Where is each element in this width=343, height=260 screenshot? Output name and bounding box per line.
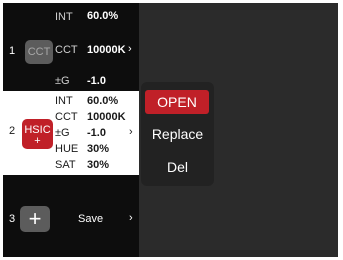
p1-int-value: 60.0% — [87, 10, 119, 22]
p2-cct-value: 10000K — [87, 111, 126, 123]
open-button[interactable]: OPEN — [145, 90, 209, 114]
p1-g-label: ±G — [55, 75, 70, 87]
add-preset-button[interactable]: + — [20, 206, 50, 232]
p2-sat-value: 30% — [87, 159, 110, 171]
p2-g-value: -1.0 — [87, 127, 106, 139]
p2-int-label: INT — [55, 95, 73, 107]
p2-cct-label: CCT — [55, 111, 78, 123]
p1-g-value: -1.0 — [87, 75, 106, 87]
p2-g-label: ±G — [55, 127, 70, 139]
p2-index: 2 — [9, 125, 16, 137]
preset-context-menu: OPEN Replace Del — [141, 82, 214, 186]
p1-index: 1 — [9, 45, 16, 57]
replace-button[interactable]: Replace — [141, 125, 214, 143]
p2-int-value: 60.0% — [87, 95, 119, 107]
p2-thumb-plus-icon: + — [34, 135, 41, 147]
p1-cct-value: 10000K — [87, 44, 126, 56]
p3-chevron-icon[interactable]: › — [129, 212, 133, 225]
p1-cct-thumb[interactable]: CCT — [25, 40, 53, 64]
preset-row-2-selected[interactable]: 2 HSIC + INT 60.0% CCT 10000K ±G -1.0 › … — [3, 91, 139, 175]
p2-hsic-thumb[interactable]: HSIC + — [22, 119, 53, 149]
p2-hue-label: HUE — [55, 143, 79, 155]
p2-hue-value: 30% — [87, 143, 110, 155]
delete-button[interactable]: Del — [141, 158, 214, 176]
p2-sat-label: SAT — [55, 159, 76, 171]
save-button[interactable]: Save — [78, 213, 103, 226]
p1-chevron-icon[interactable]: › — [128, 43, 132, 56]
device-screen: INT 60.0% 1 CCT CCT 10000K › ±G -1.0 2 H… — [3, 3, 338, 257]
p2-chevron-icon[interactable]: › — [129, 126, 133, 139]
stage: INT 60.0% 1 CCT CCT 10000K › ±G -1.0 2 H… — [0, 0, 343, 260]
p1-cct-label: CCT — [55, 44, 78, 56]
p1-int-label: INT — [55, 11, 73, 23]
preset-list: INT 60.0% 1 CCT CCT 10000K › ±G -1.0 2 H… — [3, 3, 139, 257]
p3-index: 3 — [9, 213, 16, 225]
